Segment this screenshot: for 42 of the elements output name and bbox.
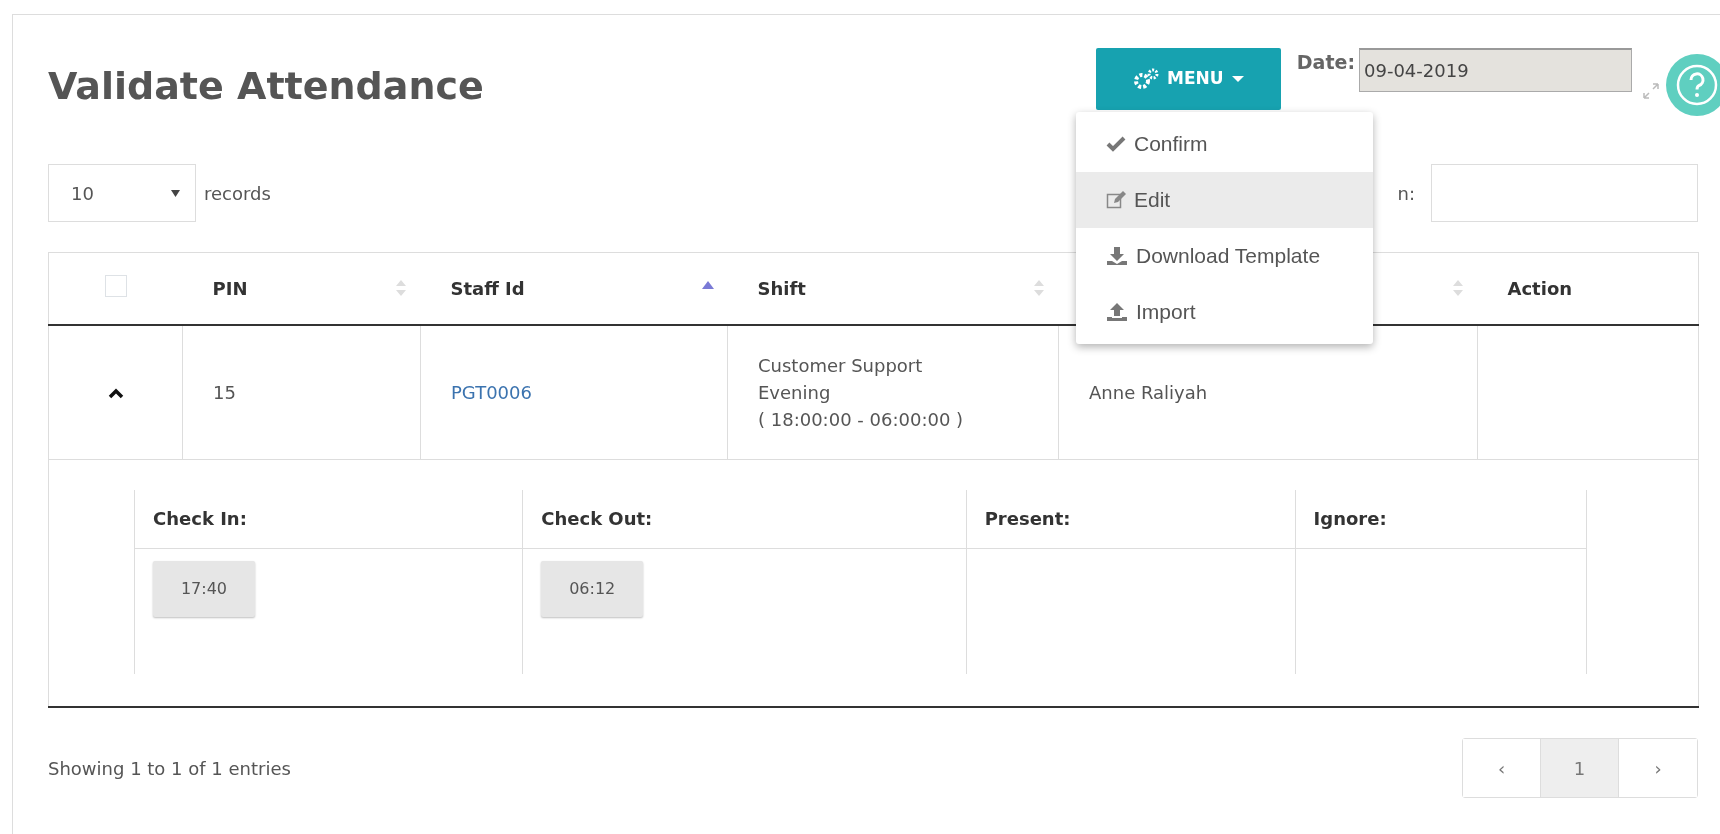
page-button[interactable]: 1 xyxy=(1541,739,1619,797)
collapse-icon[interactable] xyxy=(107,388,124,400)
column-header[interactable]: Staff Id xyxy=(420,252,728,325)
column-header[interactable]: Shift xyxy=(727,252,1059,325)
table-cell-text: Customer Support Evening ( 18:00:00 - 06:00:00 ) xyxy=(758,353,965,432)
download-icon xyxy=(1106,246,1128,266)
staff-id-link[interactable]: PGT0006 xyxy=(451,381,532,403)
records-label: records xyxy=(204,181,271,206)
sort-icon xyxy=(394,279,407,297)
caret-icon xyxy=(1231,75,1244,83)
search-field[interactable] xyxy=(1431,164,1698,222)
page-title: Validate Attendance xyxy=(48,64,484,110)
table-cell: Anne Raliyah xyxy=(1089,381,1208,403)
previous-page-button[interactable]: ‹ xyxy=(1463,739,1541,797)
menu-item[interactable]: Import xyxy=(1076,284,1373,340)
upload-icon xyxy=(1106,302,1128,322)
column-header[interactable]: PIN xyxy=(182,252,421,325)
column-header: Ignore: xyxy=(1313,508,1387,530)
time-button[interactable]: 06:12 xyxy=(541,560,644,617)
gears-icon xyxy=(1133,68,1160,90)
time-button[interactable]: 17:40 xyxy=(153,560,255,617)
check-icon xyxy=(1106,136,1126,152)
edit-icon xyxy=(1106,190,1126,210)
table-cell: 15 xyxy=(213,381,236,403)
expand-icon xyxy=(1642,82,1660,100)
column-header[interactable]: Action xyxy=(1477,252,1699,325)
date-field[interactable]: 09-04-2019 xyxy=(1359,48,1632,92)
date-label: Date: xyxy=(1296,50,1355,75)
sort-icon xyxy=(1451,279,1464,297)
page-length-select[interactable]: 10 xyxy=(48,164,196,222)
search-label: n: xyxy=(1397,181,1415,206)
menu-item[interactable]: Download Template xyxy=(1076,228,1373,284)
sort-icon xyxy=(1032,279,1045,297)
select-all-checkbox[interactable] xyxy=(104,274,127,297)
help-icon xyxy=(1666,54,1720,116)
column-header: Check In: xyxy=(153,508,247,530)
caret-icon xyxy=(171,189,180,197)
entries-info: Showing 1 to 1 of 1 entries xyxy=(48,756,291,781)
column-header: Present: xyxy=(984,508,1071,530)
menu-item[interactable]: Confirm xyxy=(1076,116,1373,172)
menu-item[interactable]: Edit xyxy=(1076,172,1373,228)
column-header: Check Out: xyxy=(541,508,653,530)
